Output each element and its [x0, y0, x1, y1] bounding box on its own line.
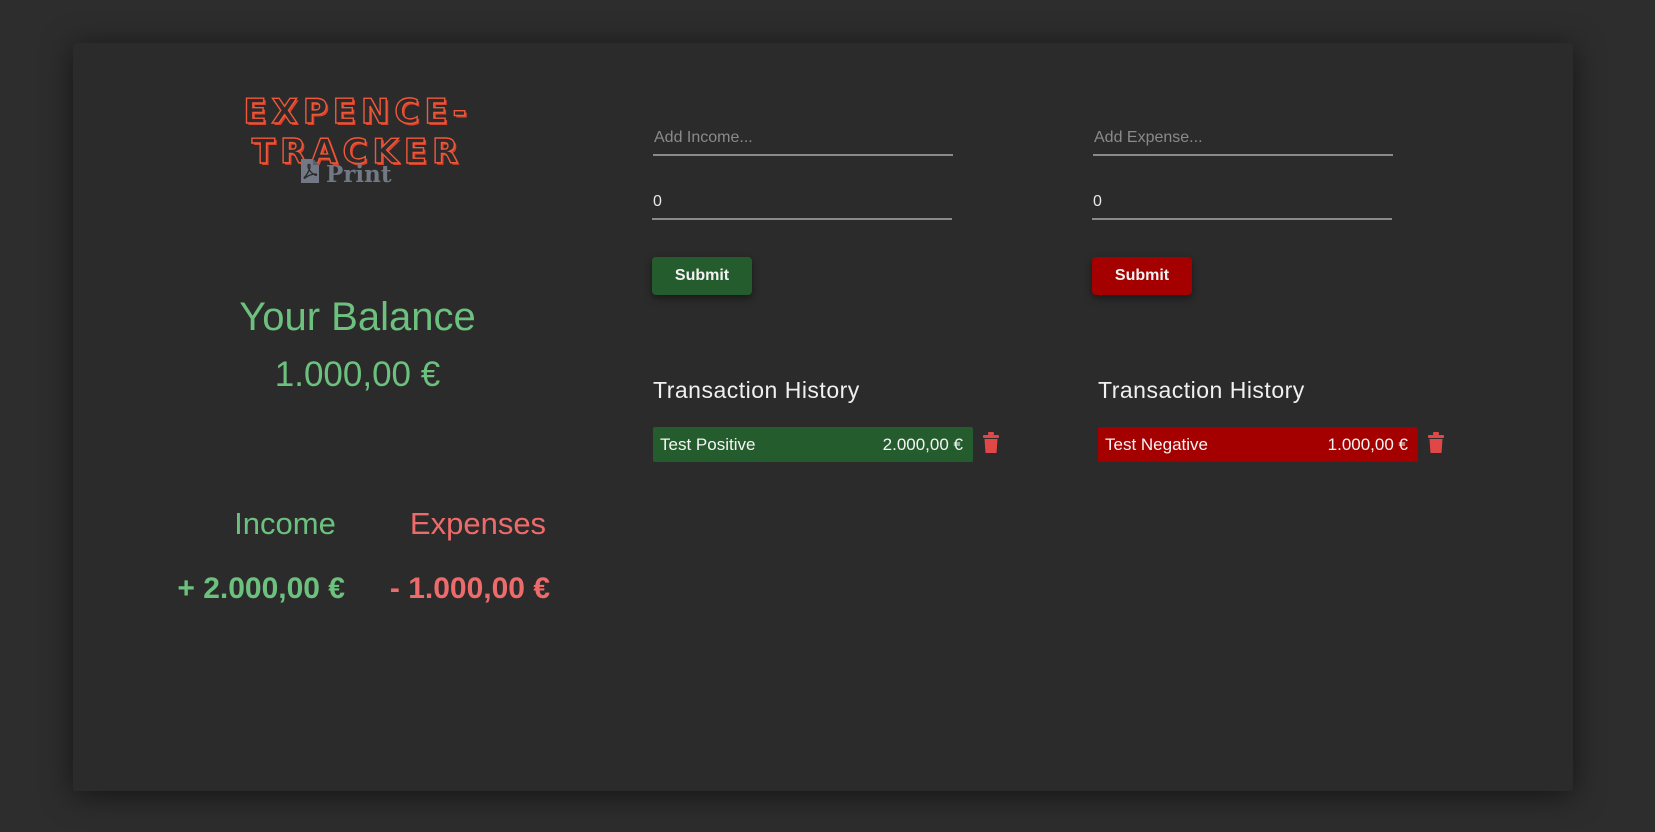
print-button[interactable]: Print: [300, 158, 415, 190]
income-amount-input[interactable]: [652, 186, 952, 220]
expense-submit-button[interactable]: Submit: [1092, 257, 1192, 295]
print-label: Print: [326, 160, 392, 188]
transaction-amount: 1.000,00 €: [1327, 434, 1408, 454]
income-label: Income: [234, 506, 336, 541]
expense-name-input[interactable]: [1093, 122, 1393, 156]
expense-history-title: Transaction History: [1098, 377, 1305, 403]
income-submit-button[interactable]: Submit: [652, 257, 752, 295]
file-pdf-icon: [300, 158, 320, 190]
expense-amount-input[interactable]: [1092, 186, 1392, 220]
transaction-name: Test Negative: [1105, 434, 1208, 454]
expenses-total: - 1.000,00 €: [389, 572, 550, 605]
expenses-label: Expenses: [409, 506, 547, 541]
income-name-input[interactable]: [653, 122, 953, 156]
transaction-amount: 2.000,00 €: [882, 434, 963, 454]
trash-icon[interactable]: [982, 432, 1000, 454]
income-total: + 2.000,00 €: [177, 572, 345, 605]
transaction-name: Test Positive: [660, 434, 756, 454]
balance-value: 1.000,00 €: [274, 355, 441, 394]
trash-icon[interactable]: [1427, 432, 1445, 454]
transaction-item: Test Positive 2.000,00 €: [653, 427, 973, 462]
balance-label: Your Balance: [239, 295, 476, 339]
income-history-title: Transaction History: [653, 377, 860, 403]
transaction-item: Test Negative 1.000,00 €: [1098, 427, 1418, 462]
